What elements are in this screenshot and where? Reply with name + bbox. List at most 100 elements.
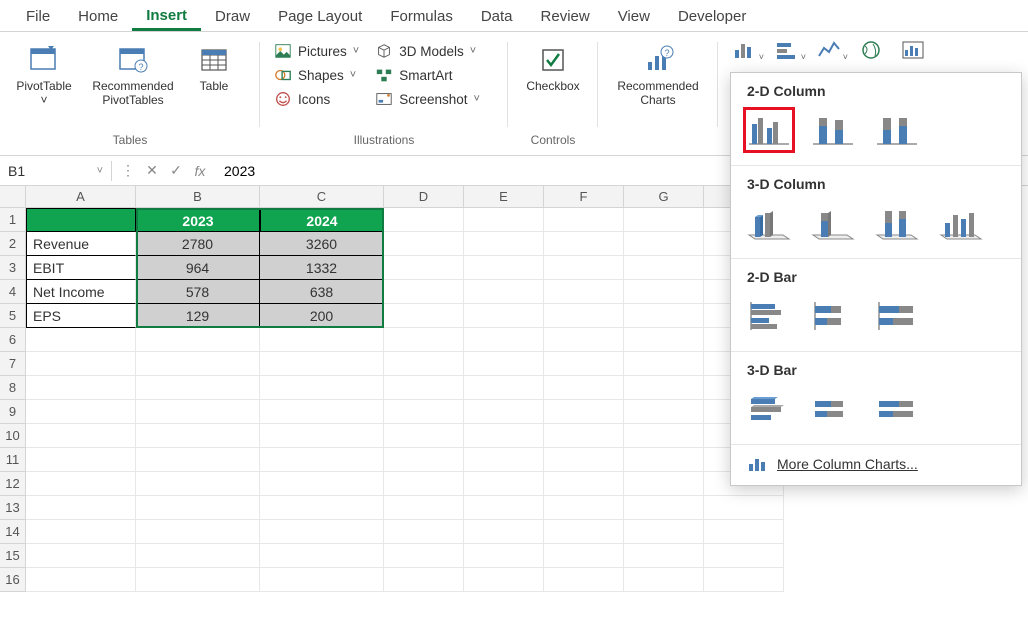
chart-3d-stacked-column[interactable] xyxy=(809,202,857,244)
cell-b5[interactable]: 129 xyxy=(136,304,260,328)
row-header-3[interactable]: 3 xyxy=(0,256,26,280)
col-header-c[interactable]: C xyxy=(260,186,384,208)
name-box[interactable]: B1˅ xyxy=(0,161,112,181)
recommended-pivottables-button[interactable]: ? Recommended PivotTables xyxy=(84,40,182,112)
row-header-8[interactable]: 8 xyxy=(0,376,26,400)
cell-f4[interactable] xyxy=(544,280,624,304)
cell-c5[interactable]: 200 xyxy=(260,304,384,328)
tab-page-layout[interactable]: Page Layout xyxy=(264,4,376,29)
cell-a4[interactable]: Net Income xyxy=(26,280,136,304)
row-header-5[interactable]: 5 xyxy=(0,304,26,328)
checkbox-button[interactable]: Checkbox xyxy=(517,40,589,98)
row-header-11[interactable]: 11 xyxy=(0,448,26,472)
chart-3d-column[interactable] xyxy=(937,202,985,244)
cell-b2[interactable]: 2780 xyxy=(136,232,260,256)
cell-d2[interactable] xyxy=(384,232,464,256)
cell-f5[interactable] xyxy=(544,304,624,328)
cell-e5[interactable] xyxy=(464,304,544,328)
cell-g2[interactable] xyxy=(624,232,704,256)
chart-clustered-column[interactable] xyxy=(745,109,793,151)
cell-a5[interactable]: EPS xyxy=(26,304,136,328)
cell-g1[interactable] xyxy=(624,208,704,232)
tab-view[interactable]: View xyxy=(604,4,664,29)
chart-3d-clustered-bar[interactable] xyxy=(745,388,793,430)
column-chart-dropdown[interactable]: ˅ xyxy=(728,38,762,62)
cell-d4[interactable] xyxy=(384,280,464,304)
cell-c4[interactable]: 638 xyxy=(260,280,384,304)
more-column-charts-link[interactable]: More Column Charts... xyxy=(731,445,1021,483)
tab-review[interactable]: Review xyxy=(527,4,604,29)
row-header-2[interactable]: 2 xyxy=(0,232,26,256)
tab-data[interactable]: Data xyxy=(467,4,527,29)
pivot-chart-button[interactable] xyxy=(896,38,930,62)
cell-c3[interactable]: 1332 xyxy=(260,256,384,280)
cancel-icon[interactable]: ✕ xyxy=(144,162,160,179)
cell-a3[interactable]: EBIT xyxy=(26,256,136,280)
cell-b4[interactable]: 578 xyxy=(136,280,260,304)
smartart-button[interactable]: SmartArt xyxy=(369,64,486,86)
col-header-e[interactable]: E xyxy=(464,186,544,208)
map-chart-button[interactable] xyxy=(854,38,888,62)
bar-chart-dropdown[interactable]: ˅ xyxy=(770,38,804,62)
col-header-f[interactable]: F xyxy=(544,186,624,208)
row-header-15[interactable]: 15 xyxy=(0,544,26,568)
row-header-16[interactable]: 16 xyxy=(0,568,26,592)
cell-f1[interactable] xyxy=(544,208,624,232)
cell-g5[interactable] xyxy=(624,304,704,328)
row-header-6[interactable]: 6 xyxy=(0,328,26,352)
pivottable-button[interactable]: PivotTable˅ xyxy=(8,40,80,112)
tab-formulas[interactable]: Formulas xyxy=(376,4,467,29)
cell-f3[interactable] xyxy=(544,256,624,280)
cell-e2[interactable] xyxy=(464,232,544,256)
enter-icon[interactable]: ✓ xyxy=(168,162,184,179)
cell-f2[interactable] xyxy=(544,232,624,256)
cell-d3[interactable] xyxy=(384,256,464,280)
tab-insert[interactable]: Insert xyxy=(132,3,201,31)
cell-b1[interactable]: 2023 xyxy=(136,208,260,232)
cell-e4[interactable] xyxy=(464,280,544,304)
chart-100-stacked-bar[interactable] xyxy=(873,295,921,337)
row-header-4[interactable]: 4 xyxy=(0,280,26,304)
cell-b3[interactable]: 964 xyxy=(136,256,260,280)
recommended-charts-button[interactable]: ? Recommended Charts xyxy=(608,40,708,112)
chart-clustered-bar[interactable] xyxy=(745,295,793,337)
chart-3d-100-stacked-bar[interactable] xyxy=(873,388,921,430)
cell-c1[interactable]: 2024 xyxy=(260,208,384,232)
fx-icon[interactable]: fx xyxy=(192,163,208,179)
col-header-g[interactable]: G xyxy=(624,186,704,208)
chart-3d-stacked-bar[interactable] xyxy=(809,388,857,430)
tab-draw[interactable]: Draw xyxy=(201,4,264,29)
chart-100-stacked-column[interactable] xyxy=(873,109,921,151)
chart-stacked-bar[interactable] xyxy=(809,295,857,337)
chart-3d-clustered-column[interactable] xyxy=(745,202,793,244)
cell-e3[interactable] xyxy=(464,256,544,280)
row-header-9[interactable]: 9 xyxy=(0,400,26,424)
3d-models-button[interactable]: 3D Models xyxy=(369,40,486,62)
cell-c2[interactable]: 3260 xyxy=(260,232,384,256)
row-header-10[interactable]: 10 xyxy=(0,424,26,448)
pictures-button[interactable]: Pictures xyxy=(268,40,365,62)
chart-stacked-column[interactable] xyxy=(809,109,857,151)
cell-a2[interactable]: Revenue xyxy=(26,232,136,256)
col-header-d[interactable]: D xyxy=(384,186,464,208)
cell-d5[interactable] xyxy=(384,304,464,328)
row-header-12[interactable]: 12 xyxy=(0,472,26,496)
cell-g4[interactable] xyxy=(624,280,704,304)
line-chart-dropdown[interactable]: ˅ xyxy=(812,38,846,62)
cell-e1[interactable] xyxy=(464,208,544,232)
cell-d1[interactable] xyxy=(384,208,464,232)
tab-developer[interactable]: Developer xyxy=(664,4,760,29)
col-header-a[interactable]: A xyxy=(26,186,136,208)
icons-button[interactable]: Icons xyxy=(268,88,365,110)
screenshot-button[interactable]: Screenshot xyxy=(369,88,486,110)
cell-a1[interactable] xyxy=(26,208,136,232)
row-header-13[interactable]: 13 xyxy=(0,496,26,520)
col-header-b[interactable]: B xyxy=(136,186,260,208)
cell-g3[interactable] xyxy=(624,256,704,280)
row-header-1[interactable]: 1 xyxy=(0,208,26,232)
tab-home[interactable]: Home xyxy=(64,4,132,29)
tab-file[interactable]: File xyxy=(12,4,64,29)
table-button[interactable]: Table xyxy=(186,40,242,98)
select-all-corner[interactable] xyxy=(0,186,26,208)
row-header-7[interactable]: 7 xyxy=(0,352,26,376)
